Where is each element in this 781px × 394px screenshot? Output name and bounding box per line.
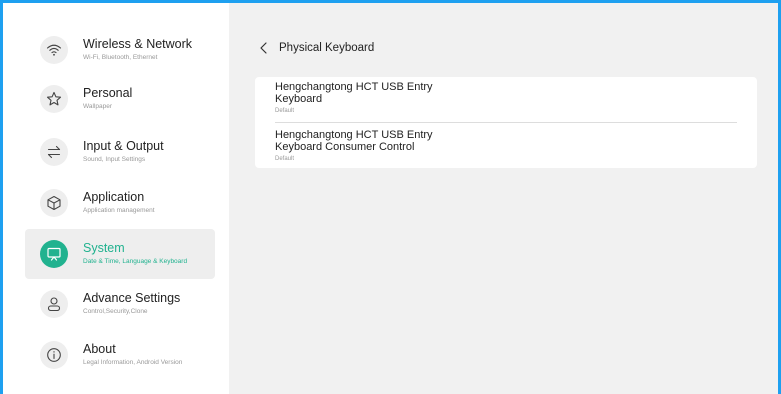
sidebar-item-application[interactable]: Application Application management (25, 178, 215, 228)
keyboard-list-item[interactable]: Hengchangtong HCT USB Entry Keyboard Con… (275, 129, 737, 162)
display-icon (40, 240, 68, 268)
page-header: Physical Keyboard (257, 41, 374, 55)
sidebar-item-title: Personal (83, 86, 133, 100)
keyboard-name-line2: Keyboard (275, 93, 323, 105)
sidebar-item-system[interactable]: System Date & Time, Language & Keyboard (25, 229, 215, 279)
divider (275, 122, 737, 123)
user-icon (40, 290, 68, 318)
sidebar-item-title: Wireless & Network (83, 37, 193, 51)
sidebar-item-personal[interactable]: Personal Wallpaper (25, 74, 215, 124)
sidebar-item-title: Advance Settings (83, 291, 181, 305)
keyboard-name-line2: Keyboard Consumer Control (275, 141, 415, 153)
keyboard-name-line1: Hengchangtong HCT USB Entry (275, 129, 433, 141)
sidebar-item-wireless-network[interactable]: Wireless & Network Wi-Fi, Bluetooth, Eth… (25, 25, 215, 75)
sidebar-item-advance-settings[interactable]: Advance Settings Control,Security,Clone (25, 279, 215, 329)
settings-window: Wireless & Network Wi-Fi, Bluetooth, Eth… (0, 0, 781, 394)
keyboard-list-item[interactable]: Hengchangtong HCT USB Entry Keyboard Def… (275, 81, 737, 114)
sidebar-item-title: About (83, 342, 116, 356)
sidebar-item-title: System (83, 241, 125, 255)
sidebar-item-about[interactable]: About Legal Information, Android Version (25, 330, 215, 380)
swap-arrows-icon (40, 138, 68, 166)
cube-icon (40, 189, 68, 217)
sidebar-item-title: Input & Output (83, 139, 164, 153)
sidebar-item-subtitle: Control,Security,Clone (83, 308, 148, 315)
sidebar-item-subtitle: Application management (83, 207, 155, 214)
sidebar-item-title: Application (83, 190, 145, 204)
star-icon (40, 85, 68, 113)
sidebar-item-subtitle: Wallpaper (83, 103, 113, 110)
sidebar-item-input-output[interactable]: Input & Output Sound, Input Settings (25, 127, 215, 177)
sidebar-item-subtitle: Date & Time, Language & Keyboard (83, 258, 188, 265)
sidebar-item-subtitle: Wi-Fi, Bluetooth, Ethernet (83, 54, 158, 61)
sidebar-item-subtitle: Sound, Input Settings (83, 156, 146, 163)
keyboard-list-card: Hengchangtong HCT USB Entry Keyboard Def… (255, 77, 757, 168)
main-panel: Physical Keyboard Hengchangtong HCT USB … (229, 3, 778, 394)
keyboard-layout-label: Default (275, 108, 295, 114)
sidebar-item-subtitle: Legal Information, Android Version (83, 359, 183, 366)
keyboard-name-line1: Hengchangtong HCT USB Entry (275, 81, 433, 93)
info-icon (40, 341, 68, 369)
wifi-icon (40, 36, 68, 64)
keyboard-layout-label: Default (275, 156, 295, 162)
sidebar: Wireless & Network Wi-Fi, Bluetooth, Eth… (3, 3, 229, 394)
page-title: Physical Keyboard (279, 42, 375, 54)
back-chevron-icon[interactable] (257, 41, 271, 55)
